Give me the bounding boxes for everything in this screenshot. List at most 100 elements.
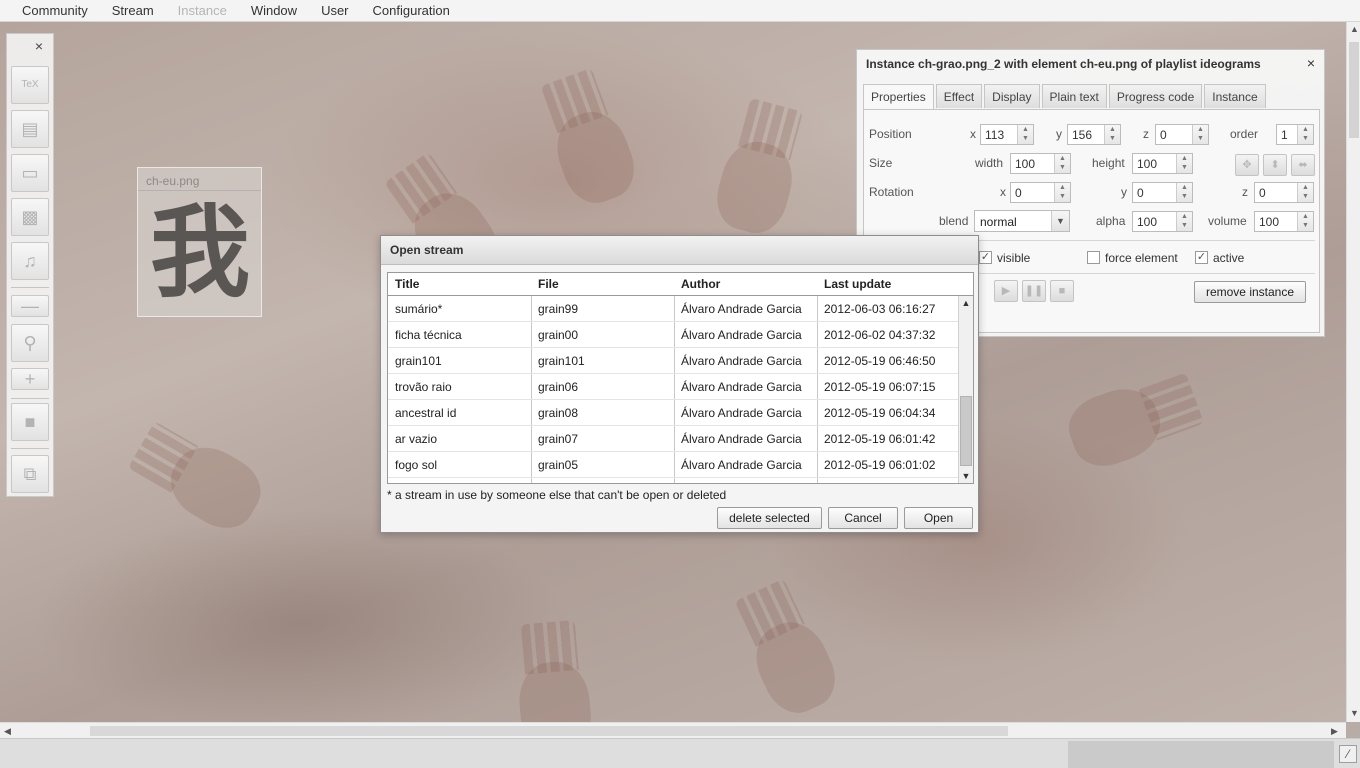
column-header-last-update[interactable]: Last update — [824, 277, 891, 291]
table-scrollbar[interactable]: ▲ ▼ — [958, 296, 973, 483]
square-icon: ■ — [24, 412, 36, 432]
close-icon[interactable]: × — [1307, 55, 1315, 71]
delete-selected-button[interactable]: delete selected — [717, 507, 822, 529]
height-label: height — [1092, 156, 1125, 170]
cell-file: grain06 — [538, 380, 579, 394]
stop-button[interactable]: ■ — [1050, 280, 1074, 302]
scroll-up-icon[interactable]: ▲ — [1350, 24, 1359, 34]
menu-stream[interactable]: Stream — [100, 3, 166, 18]
table-row[interactable]: ficha técnica grain00 Álvaro Andrade Garci… — [388, 322, 958, 348]
scroll-right-icon[interactable]: ▶ — [1331, 726, 1338, 737]
tab-properties[interactable]: Properties — [863, 84, 934, 109]
position-label: Position — [869, 127, 912, 141]
menu-bar: Community Stream Instance Window User Co… — [0, 0, 1360, 22]
zoom-in-button[interactable]: + — [11, 368, 49, 390]
cell-title: grain101 — [395, 354, 442, 368]
window-vertical-scrollbar[interactable]: ▲ ▼ — [1346, 22, 1360, 722]
scroll-down-icon[interactable]: ▼ — [1350, 708, 1359, 718]
position-x-input[interactable]: 113 ▲ ▼ — [980, 124, 1034, 145]
table-row[interactable]: ar vazio grain07 Álvaro Andrade Garcia 2012… — [388, 426, 958, 452]
cancel-button[interactable]: Cancel — [828, 507, 898, 529]
visible-checkbox[interactable]: ✓ — [979, 251, 992, 264]
rotation-label: Rotation — [869, 185, 914, 199]
scale-horizontal-button[interactable]: ⬌ — [1291, 154, 1315, 176]
tex-button[interactable]: TeX — [11, 66, 49, 104]
width-input[interactable]: 100 ▲ ▼ — [1010, 153, 1071, 174]
force-element-checkbox[interactable] — [1087, 251, 1100, 264]
stop-icon: ■ — [1058, 285, 1066, 297]
text-button[interactable]: ▤ — [11, 110, 49, 148]
menu-user[interactable]: User — [309, 3, 360, 18]
canvas-button[interactable]: ■ — [11, 403, 49, 441]
alpha-input[interactable]: 100 ▲ ▼ — [1132, 211, 1193, 232]
position-x-label: x — [970, 127, 976, 141]
cell-title: sumário* — [395, 302, 443, 316]
blend-select[interactable]: normal ▼ — [974, 210, 1070, 232]
blend-label: blend — [939, 214, 969, 228]
tab-progress-code[interactable]: Progress code — [1108, 84, 1203, 108]
rectangle-button[interactable]: ▭ — [11, 154, 49, 192]
scrollbar-thumb[interactable] — [1349, 42, 1359, 138]
rotation-y-input[interactable]: 0 ▲ ▼ — [1132, 182, 1193, 203]
menu-configuration[interactable]: Configuration — [361, 3, 462, 18]
music-icon: ♫ — [23, 251, 37, 271]
scale-vertical-button[interactable]: ⬍ — [1263, 154, 1287, 176]
scroll-down-icon[interactable]: ▼ — [959, 469, 973, 483]
resize-grip-icon[interactable]: ⁄ — [1339, 745, 1357, 763]
scrollbar-thumb[interactable] — [960, 396, 972, 466]
open-button[interactable]: Open — [904, 507, 973, 529]
column-header-title[interactable]: Title — [395, 277, 419, 291]
tab-display[interactable]: Display — [984, 84, 1040, 108]
position-y-input[interactable]: 156 ▲ ▼ — [1067, 124, 1121, 145]
scroll-up-icon[interactable]: ▲ — [959, 296, 973, 310]
table-row[interactable]: ancestral id grain08 Álvaro Andrade Garcia… — [388, 400, 958, 426]
cell-file: grain99 — [538, 302, 579, 316]
remove-instance-button[interactable]: remove instance — [1194, 281, 1306, 303]
height-input[interactable]: 100 ▲ ▼ — [1132, 153, 1193, 174]
move-button[interactable]: ✥ — [1235, 154, 1259, 176]
scroll-left-icon[interactable]: ◀ — [4, 726, 11, 737]
active-checkbox[interactable]: ✓ — [1195, 251, 1208, 264]
position-z-input[interactable]: 0 ▲ ▼ — [1155, 124, 1209, 145]
zoom-button[interactable]: ⚲ — [11, 324, 49, 362]
order-input[interactable]: 1 ▲ ▼ — [1276, 124, 1314, 145]
visible-label: visible — [997, 251, 1031, 265]
cell-last-update: 2012-05-19 06:01:42 — [824, 432, 936, 446]
audio-button[interactable]: ♫ — [11, 242, 49, 280]
table-row[interactable]: trovão raio grain06 Álvaro Andrade Garcia 2… — [388, 374, 958, 400]
element-thumbnail[interactable]: ch-eu.png 我 — [137, 167, 262, 317]
horizontal-arrows-icon: ⬌ — [1298, 159, 1308, 171]
tab-plain-text[interactable]: Plain text — [1041, 84, 1107, 108]
zoom-out-button[interactable]: — — [11, 295, 49, 317]
windows-button[interactable]: ⧉ — [11, 455, 49, 493]
volume-input[interactable]: 100 ▲ ▼ — [1254, 211, 1314, 232]
rotation-z-input[interactable]: 0 ▲ ▼ — [1254, 182, 1314, 203]
rotation-x-input[interactable]: 0 ▲ ▼ — [1010, 182, 1071, 203]
dialog-titlebar[interactable]: Open stream — [381, 236, 978, 265]
tab-effect[interactable]: Effect — [935, 84, 983, 108]
table-header: Title File Author Last update — [388, 273, 973, 296]
close-icon[interactable]: × — [35, 38, 43, 54]
table-row[interactable]: sumário* grain99 Álvaro Andrade Garcia 2012… — [388, 296, 958, 322]
table-row[interactable]: grain101 grain101 Álvaro Andrade Garcia 201… — [388, 348, 958, 374]
column-header-file[interactable]: File — [538, 277, 559, 291]
cell-author: Álvaro Andrade Garcia — [681, 406, 802, 420]
tab-instance[interactable]: Instance — [1204, 84, 1266, 108]
cell-author: Álvaro Andrade Garcia — [681, 354, 802, 368]
table-row[interactable]: fogo sol grain05 Álvaro Andrade Garcia 2012… — [388, 452, 958, 478]
scrollbar-thumb[interactable] — [90, 726, 1008, 736]
toolbar-divider — [11, 398, 49, 399]
stream-table: Title File Author Last update sumário* gr… — [387, 272, 974, 484]
column-header-author[interactable]: Author — [681, 277, 720, 291]
menu-instance[interactable]: Instance — [166, 3, 239, 18]
menu-community[interactable]: Community — [10, 3, 100, 18]
video-button[interactable]: ▩ — [11, 198, 49, 236]
play-button[interactable]: ▶ — [994, 280, 1018, 302]
cell-file: grain00 — [538, 328, 579, 342]
plus-icon: + — [24, 369, 36, 389]
pause-button[interactable]: ❚❚ — [1022, 280, 1046, 302]
window-horizontal-scrollbar[interactable]: ◀ ▶ — [0, 722, 1346, 738]
cell-last-update: 2012-05-19 06:04:34 — [824, 406, 936, 420]
move-arrows-icon: ✥ — [1242, 159, 1252, 171]
menu-window[interactable]: Window — [239, 3, 309, 18]
